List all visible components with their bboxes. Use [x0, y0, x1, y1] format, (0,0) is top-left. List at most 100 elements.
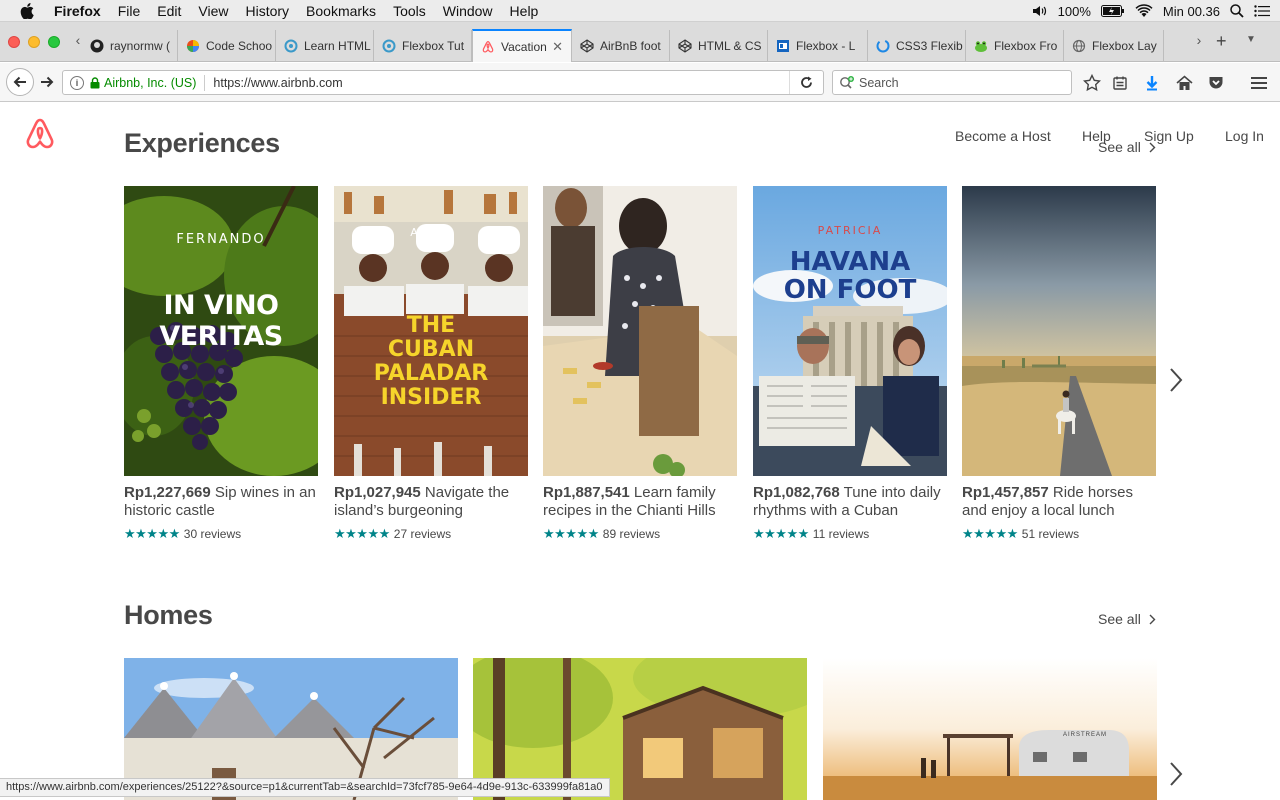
codeschool-icon	[186, 39, 200, 53]
tab-html-css[interactable]: HTML & CS	[670, 30, 768, 62]
menu-view[interactable]: View	[198, 3, 228, 19]
search-engine-icon[interactable]	[839, 75, 855, 90]
tabs-scroll-left-icon[interactable]: ‹	[70, 32, 86, 48]
clock[interactable]: Min 00.36	[1163, 4, 1220, 19]
downloads-icon[interactable]	[1142, 73, 1162, 93]
tab-flexbox-l[interactable]: Flexbox - L	[768, 30, 868, 62]
experience-rating: ★★★★★ 89 reviews	[543, 526, 737, 542]
become-host-link[interactable]: Become a Host	[955, 128, 1051, 144]
tab-label: Flexbox Tut	[402, 39, 465, 53]
home-card-airstream[interactable]: AIRSTREAM	[823, 658, 1157, 800]
experience-card[interactable]: Rp1,457,857 Ride horses and enjoy a loca…	[962, 186, 1156, 542]
address-separator	[204, 74, 206, 91]
airbnb-icon	[481, 40, 495, 54]
notification-center-icon[interactable]	[1254, 5, 1270, 17]
url-text[interactable]: https://www.airbnb.com	[213, 76, 342, 90]
reading-list-icon[interactable]	[1110, 73, 1130, 93]
link-status-bar: https://www.airbnb.com/experiences/25122…	[0, 778, 610, 797]
tab-label: Flexbox Lay	[1092, 39, 1157, 53]
back-arrow-icon	[13, 76, 26, 88]
tab-flexbox-layout[interactable]: Flexbox Lay	[1064, 30, 1164, 62]
experience-image-chefs[interactable]: ARIEL THE CUBAN PALADAR INSIDER	[334, 186, 528, 476]
reload-button[interactable]	[789, 71, 823, 94]
experience-image-wine[interactable]: FERNANDO IN VINO VERITAS	[124, 186, 318, 476]
log-in-link[interactable]: Log In	[1225, 128, 1264, 144]
experience-image-cooking[interactable]	[543, 186, 737, 476]
menu-bookmarks[interactable]: Bookmarks	[306, 3, 376, 19]
volume-icon[interactable]	[1032, 4, 1048, 18]
window-controls	[8, 36, 60, 48]
reload-icon	[801, 76, 812, 88]
forward-arrow-icon	[41, 76, 54, 88]
lock-icon	[90, 76, 100, 89]
search-bar[interactable]: Search	[832, 70, 1072, 95]
battery-icon[interactable]	[1100, 5, 1125, 17]
minimize-window-button[interactable]	[28, 36, 40, 48]
menu-window[interactable]: Window	[443, 3, 493, 19]
airbnb-page: Experiences Become a Host Help Sign Up L…	[0, 103, 1280, 800]
tab-label: HTML & CS	[698, 39, 762, 53]
experience-image-havana[interactable]: PATRICIA HAVANA ON FOOT	[753, 186, 947, 476]
experience-card[interactable]: FERNANDO IN VINO VERITAS Rp1,227,669 Sip…	[124, 186, 318, 542]
menu-file[interactable]: File	[118, 3, 141, 19]
tab-github[interactable]: raynormw (	[90, 30, 178, 62]
search-input[interactable]: Search	[859, 76, 899, 90]
pocket-icon[interactable]	[1206, 73, 1226, 93]
homes-next-button[interactable]	[1166, 759, 1186, 789]
globe-icon	[1072, 39, 1086, 53]
card-headline: IN VINO VERITAS	[159, 290, 283, 352]
menu-edit[interactable]: Edit	[157, 3, 181, 19]
see-all-label: See all	[1098, 139, 1141, 155]
experience-description[interactable]: Rp1,027,945 Navigate the island’s burgeo…	[334, 484, 528, 520]
tab-label: Flexbox Fro	[994, 39, 1058, 53]
new-tab-button[interactable]: +	[1216, 31, 1227, 52]
zoom-window-button[interactable]	[48, 36, 60, 48]
menubar-status-area: 100% Min 00.36	[1032, 0, 1270, 22]
address-bar[interactable]: i Airbnb, Inc. (US) https://www.airbnb.c…	[62, 70, 824, 95]
tab-airbnb-footer[interactable]: AirBnB foot	[572, 30, 670, 62]
back-button[interactable]	[6, 68, 34, 96]
experience-description[interactable]: Rp1,082,768 Tune into daily rhythms with…	[753, 484, 947, 520]
tab-code-school[interactable]: Code Schoo	[178, 30, 276, 62]
card-headline: HAVANA ON FOOT	[783, 247, 917, 305]
codecademy-icon	[284, 39, 298, 53]
tabs-scroll-right-icon[interactable]: ›	[1191, 32, 1207, 48]
menu-app-firefox[interactable]: Firefox	[54, 3, 101, 19]
tab-flexbox-tutorial[interactable]: Flexbox Tut	[374, 30, 472, 62]
hamburger-menu-icon[interactable]	[1249, 73, 1269, 93]
rating-stars-icon: ★★★★★	[334, 526, 390, 541]
tab-vacation-active[interactable]: Vacation ✕	[472, 29, 572, 62]
wifi-icon[interactable]	[1135, 4, 1153, 18]
experience-card[interactable]: PATRICIA HAVANA ON FOOT Rp1,082,768 Tune…	[753, 186, 947, 542]
experience-card[interactable]: ARIEL THE CUBAN PALADAR INSIDER Rp1,027,…	[334, 186, 528, 542]
list-all-tabs-icon[interactable]: ▼	[1246, 34, 1256, 45]
experience-description[interactable]: Rp1,457,857 Ride horses and enjoy a loca…	[962, 484, 1156, 520]
experience-description[interactable]: Rp1,887,541 Learn family recipes in the …	[543, 484, 737, 520]
airbnb-logo-icon[interactable]	[24, 117, 56, 156]
homes-see-all-link[interactable]: See all	[1098, 611, 1156, 627]
menu-tools[interactable]: Tools	[393, 3, 426, 19]
close-window-button[interactable]	[8, 36, 20, 48]
menu-help[interactable]: Help	[510, 3, 539, 19]
review-count: 30 reviews	[183, 527, 242, 541]
tab-css3-flexible[interactable]: CSS3 Flexib	[868, 30, 966, 62]
tab-flexbox-froggy[interactable]: Flexbox Fro	[966, 30, 1064, 62]
forward-button[interactable]	[36, 71, 58, 93]
home-icon[interactable]	[1174, 73, 1194, 93]
experience-description[interactable]: Rp1,227,669 Sip wines in an historic cas…	[124, 484, 318, 520]
experience-card[interactable]: Rp1,887,541 Learn family recipes in the …	[543, 186, 737, 542]
experiences-next-button[interactable]	[1166, 365, 1186, 395]
experience-image-horse[interactable]	[962, 186, 1156, 476]
navigation-toolbar: i Airbnb, Inc. (US) https://www.airbnb.c…	[0, 63, 1280, 102]
bookmark-star-icon[interactable]	[1082, 73, 1102, 93]
close-tab-icon[interactable]: ✕	[552, 39, 563, 55]
tab-learn-html[interactable]: Learn HTML	[276, 30, 374, 62]
codepen-icon	[678, 39, 692, 53]
spotlight-search-icon[interactable]	[1230, 4, 1244, 18]
site-info-icon[interactable]: i	[70, 75, 84, 90]
menu-history[interactable]: History	[245, 3, 289, 19]
experience-rating: ★★★★★ 51 reviews	[962, 526, 1156, 542]
rating-stars-icon: ★★★★★	[753, 526, 809, 541]
experiences-see-all-link[interactable]: See all	[1098, 139, 1156, 155]
apple-icon[interactable]	[20, 2, 38, 19]
